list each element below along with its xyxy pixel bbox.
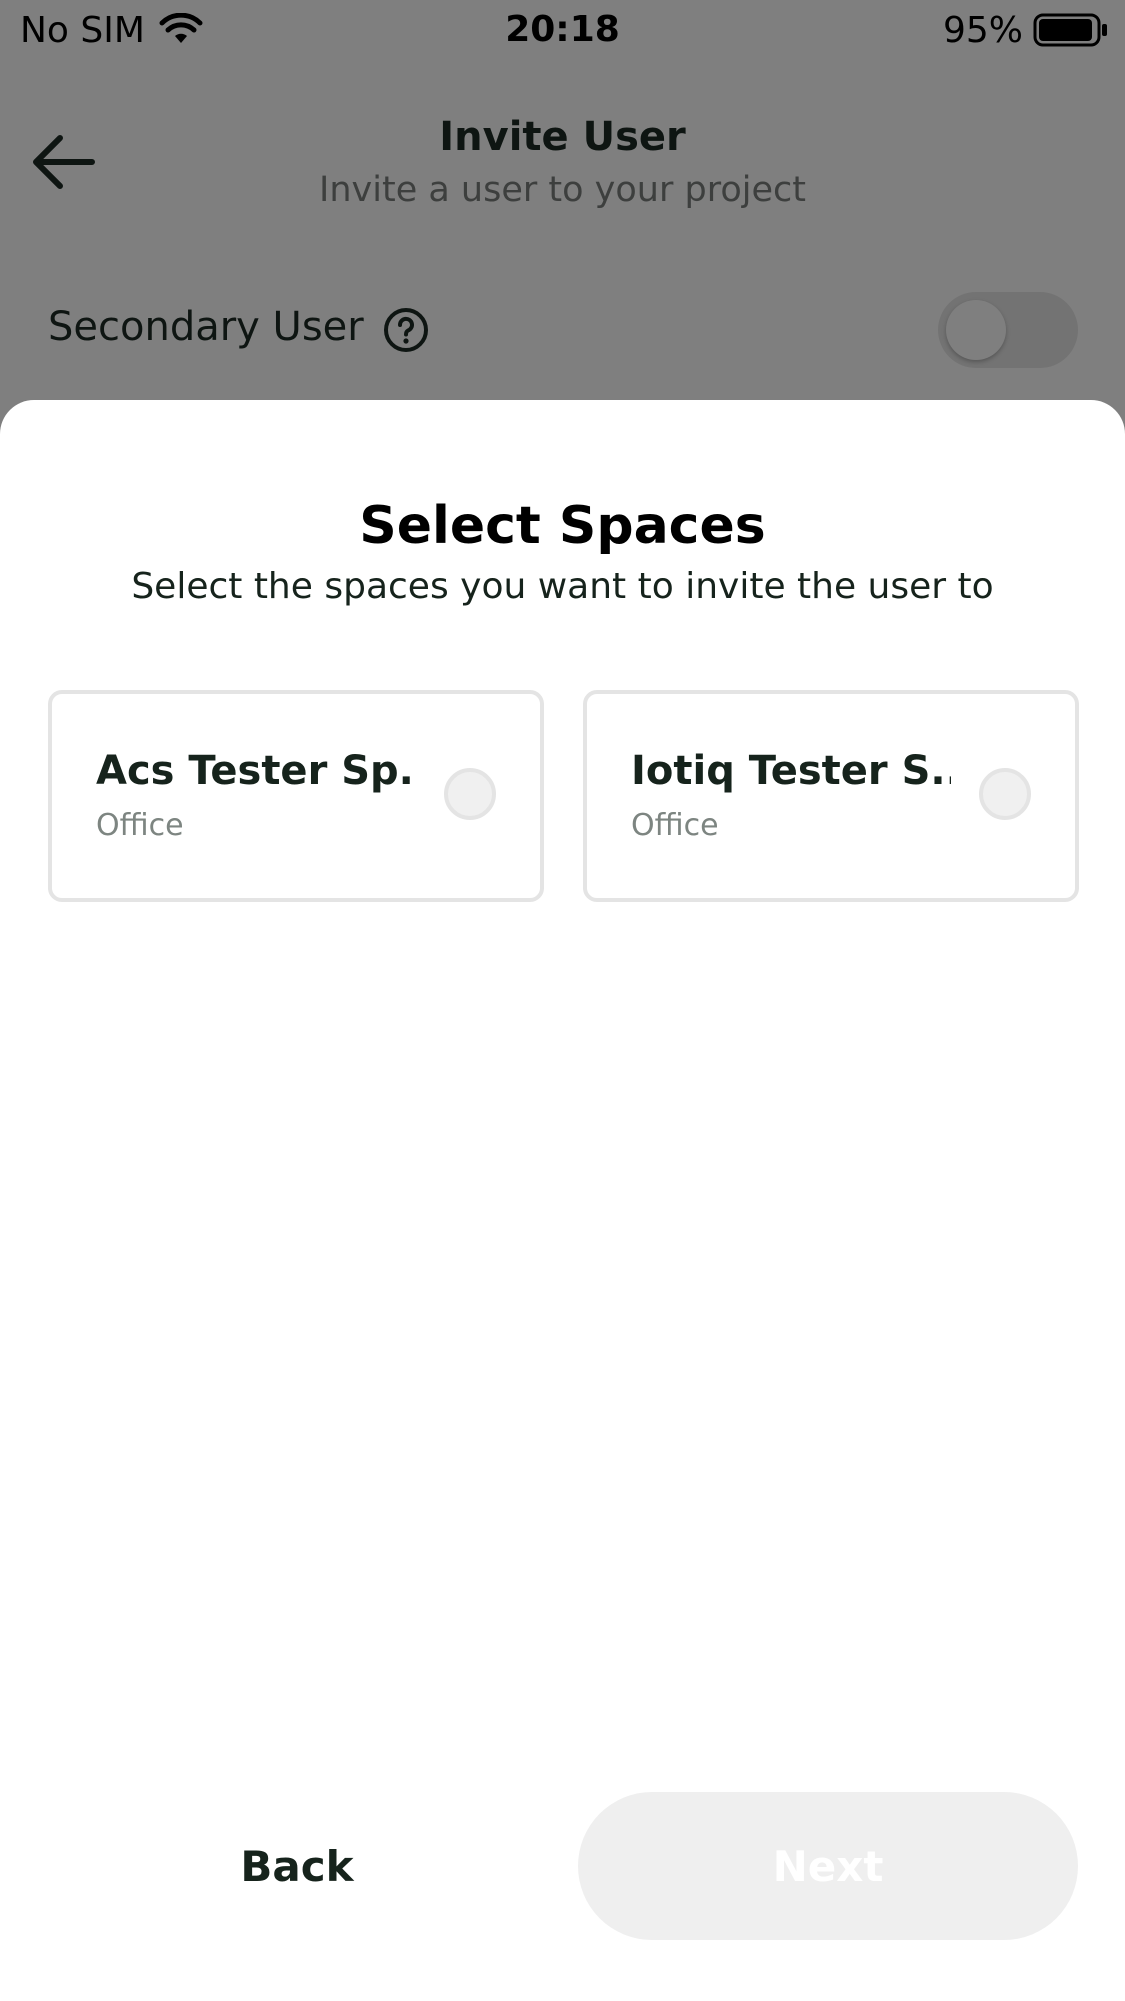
next-button[interactable]: Next <box>578 1792 1078 1940</box>
sheet-title: Select Spaces <box>359 496 766 556</box>
sheet-subtitle: Select the spaces you want to invite the… <box>131 566 994 607</box>
spaces-grid: Acs Tester Sp... Office Iotiq Tester S..… <box>48 690 1079 902</box>
space-type: Office <box>96 808 184 843</box>
space-card[interactable]: Acs Tester Sp... Office <box>48 690 544 902</box>
space-type: Office <box>631 808 719 843</box>
space-name: Acs Tester Sp... <box>96 748 416 794</box>
back-button[interactable]: Back <box>48 1792 546 1940</box>
space-card[interactable]: Iotiq Tester S... Office <box>583 690 1079 902</box>
space-radio-button[interactable] <box>979 768 1031 820</box>
space-radio-button[interactable] <box>444 768 496 820</box>
select-spaces-sheet: Select Spaces Select the spaces you want… <box>0 400 1125 2001</box>
space-name: Iotiq Tester S... <box>631 748 951 794</box>
